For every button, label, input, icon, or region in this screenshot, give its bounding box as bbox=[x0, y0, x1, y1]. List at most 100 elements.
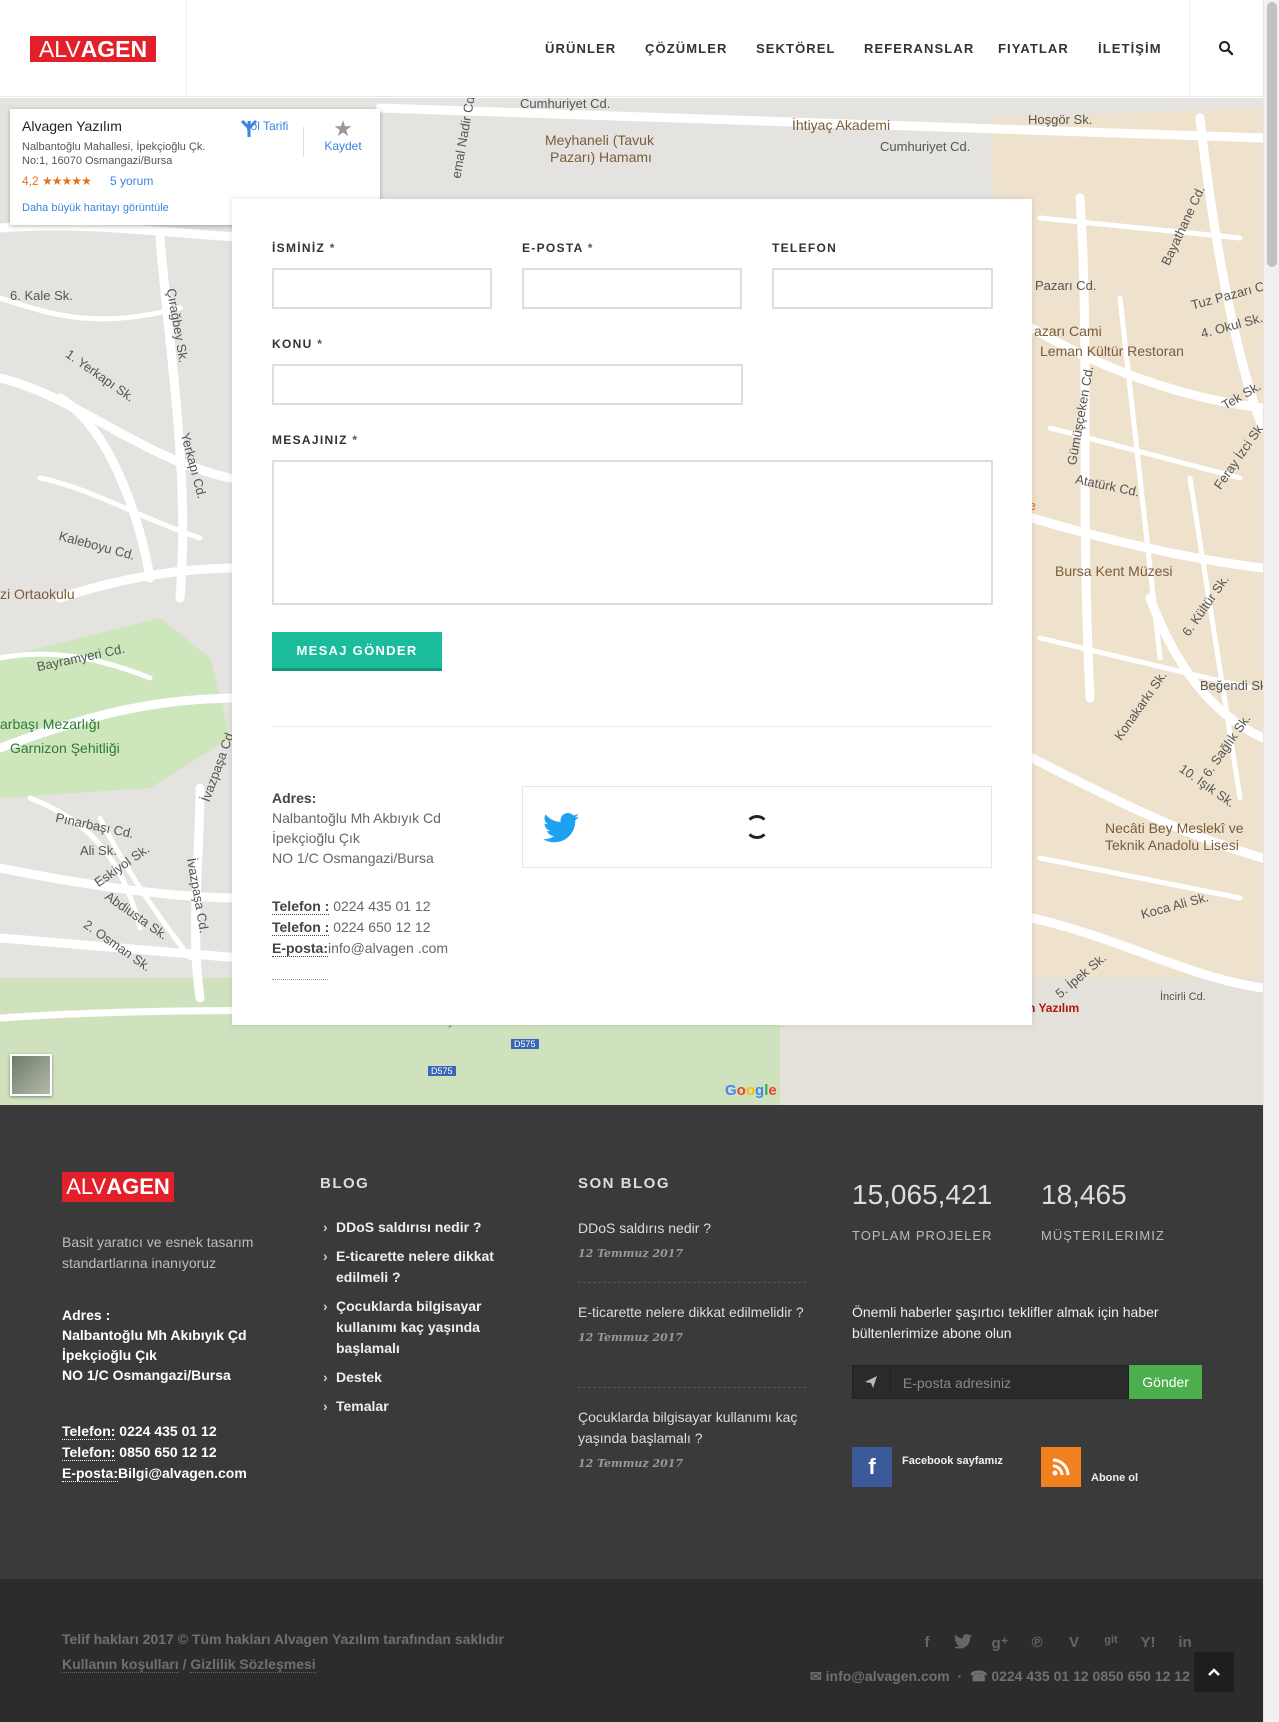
reviews-link[interactable]: 5 yorum bbox=[110, 174, 153, 188]
recent-post-title[interactable]: Çocuklarda bilgisayar kullanımı kaç yaşı… bbox=[578, 1407, 808, 1449]
search-icon[interactable] bbox=[1218, 40, 1234, 56]
blog-link[interactable]: Temalar bbox=[320, 1396, 510, 1417]
blog-link[interactable]: Çocuklarda bilgisayar kullanımı kaç yaşı… bbox=[320, 1296, 510, 1359]
map-label: Garnizon Şehitliği bbox=[10, 740, 120, 756]
site-logo[interactable]: ALV AGEN bbox=[30, 36, 156, 62]
directions-button[interactable]: Yol Tarifi bbox=[238, 119, 294, 137]
rss-icon[interactable] bbox=[1041, 1447, 1081, 1487]
bottom-contact: ✉ info@alvagen.com · ☎ 0224 435 01 12 08… bbox=[810, 1668, 1190, 1684]
contact-phone-1: Telefon : 0224 435 01 12 bbox=[272, 898, 431, 915]
recent-post: DDoS saldırıs nedir ? 12 Temmuz 2017 bbox=[578, 1218, 808, 1260]
map-label: Cumhuriyet Cd. bbox=[520, 98, 611, 111]
headset-icon: ☎ bbox=[969, 1668, 988, 1684]
nav-cozumler[interactable]: ÇÖZÜMLER bbox=[645, 41, 727, 56]
twitter-icon[interactable] bbox=[951, 1634, 975, 1652]
address-line: NO 1/C Osmangazi/Bursa bbox=[62, 1367, 231, 1383]
place-address: Nalbantoğlu Mahallesi, İpekçioğlu Çk. No… bbox=[22, 141, 206, 167]
linkedin-icon[interactable]: in bbox=[1173, 1634, 1197, 1652]
bottom-email[interactable]: info@alvagen.com bbox=[826, 1668, 950, 1684]
send-message-button[interactable]: MESAJ GÖNDER bbox=[272, 632, 442, 671]
pinterest-icon[interactable]: ℗ bbox=[1025, 1634, 1049, 1652]
email-value: info@alvagen .com bbox=[328, 940, 449, 956]
scrollbar-thumb[interactable] bbox=[1267, 2, 1277, 267]
twitter-feed-widget bbox=[522, 786, 992, 868]
map-label: Bursa Kent Müzesi bbox=[1055, 563, 1173, 579]
email-key: E-posta: bbox=[272, 940, 328, 957]
separator bbox=[578, 1387, 806, 1388]
yahoo-icon[interactable]: Y! bbox=[1136, 1634, 1160, 1652]
map-label: D575 bbox=[511, 1039, 539, 1049]
email-value: Bilgi@alvagen.com bbox=[118, 1465, 247, 1481]
required-mark: * bbox=[317, 337, 324, 351]
vertical-scrollbar[interactable] bbox=[1263, 0, 1279, 1722]
privacy-link[interactable]: Gizlilik Sözleşmesi bbox=[190, 1656, 316, 1673]
subject-label: KONU * bbox=[272, 337, 323, 351]
rss-label[interactable]: Abone ol bbox=[1091, 1472, 1138, 1484]
contact-address: Adres: Nalbantoğlu Mh Akbıyık Cd İpekçio… bbox=[272, 788, 441, 868]
map-label: Necâti Bey Meslekî ve bbox=[1105, 820, 1244, 836]
phone-value: 0224 650 12 12 bbox=[333, 919, 431, 935]
newsletter-description: Önemli haberler şaşırtıcı teklifler alma… bbox=[852, 1304, 1159, 1341]
nav-referanslar[interactable]: REFERANSLAR bbox=[864, 41, 974, 56]
required-mark: * bbox=[352, 433, 359, 447]
contact-form-card: İSMİNİZ * E-POSTA * TELEFON KONU * MESAJ… bbox=[232, 199, 1032, 1025]
map-label: n Yazılım bbox=[1028, 1001, 1080, 1015]
footer-phone-1: Telefon: 0224 435 01 12 bbox=[62, 1423, 217, 1440]
phone-input[interactable] bbox=[772, 268, 993, 309]
subject-input[interactable] bbox=[272, 364, 743, 405]
email-label-text: E-POSTA bbox=[522, 241, 584, 255]
blog-link[interactable]: E-ticarette nelere dikkat edilmeli ? bbox=[320, 1246, 510, 1288]
facebook-label[interactable]: Facebook sayfamız bbox=[902, 1455, 1003, 1467]
name-label: İSMİNİZ * bbox=[272, 241, 336, 255]
card-separator bbox=[303, 127, 304, 157]
blog-link[interactable]: DDoS saldırısı nedir ? bbox=[320, 1217, 510, 1238]
save-button[interactable]: ★ Kaydet bbox=[315, 118, 371, 154]
satellite-toggle[interactable] bbox=[10, 1054, 52, 1096]
message-textarea[interactable] bbox=[272, 460, 993, 605]
message-label: MESAJINIZ * bbox=[272, 433, 358, 447]
required-mark: * bbox=[329, 241, 336, 255]
map-label: İhtiyaç Akademi bbox=[792, 117, 891, 133]
nav-fiyatlar[interactable]: FIYATLAR bbox=[998, 41, 1069, 56]
recent-post: Çocuklarda bilgisayar kullanımı kaç yaşı… bbox=[578, 1407, 808, 1470]
email-input[interactable] bbox=[522, 268, 742, 309]
recent-post: E-ticarette nelere dikkat edilmelidir ? … bbox=[578, 1302, 808, 1344]
map-label: D575 bbox=[428, 1066, 456, 1076]
facebook-icon[interactable]: f bbox=[915, 1634, 939, 1652]
back-to-top-button[interactable] bbox=[1194, 1652, 1234, 1692]
blog-link[interactable]: Destek bbox=[320, 1367, 510, 1388]
contact-phone-2: Telefon : 0224 650 12 12 bbox=[272, 919, 431, 936]
newsletter-submit-button[interactable]: Gönder bbox=[1129, 1365, 1203, 1399]
name-input[interactable] bbox=[272, 268, 492, 309]
nav-sektorel[interactable]: SEKTÖREL bbox=[756, 41, 836, 56]
legal-links: Kullanın koşulları / Gizlilik Sözleşmesi bbox=[62, 1656, 316, 1673]
copyright-text: Telif hakları 2017 © Tüm hakları Alvagen… bbox=[62, 1631, 504, 1647]
footer-logo[interactable]: ALV AGEN bbox=[62, 1172, 174, 1202]
nav-urunler[interactable]: ÜRÜNLER bbox=[545, 41, 616, 56]
bigger-map-link[interactable]: Daha büyük haritayı görüntüle bbox=[22, 202, 169, 214]
map-label: Ali Sk. bbox=[80, 843, 117, 858]
terms-link[interactable]: Kullanın koşulları bbox=[62, 1656, 179, 1673]
name-label-text: İSMİNİZ bbox=[272, 241, 326, 255]
address-title: Adres: bbox=[272, 790, 317, 806]
nav-iletisim[interactable]: İLETİŞİM bbox=[1098, 41, 1162, 56]
newsletter-email-input[interactable]: E-posta adresiniz bbox=[890, 1365, 1130, 1399]
vimeo-icon[interactable]: V bbox=[1062, 1634, 1086, 1652]
google-plus-icon[interactable]: g⁺ bbox=[988, 1634, 1012, 1652]
envelope-icon: ✉ bbox=[810, 1668, 822, 1684]
recent-post-title[interactable]: E-ticarette nelere dikkat edilmelidir ? bbox=[578, 1302, 808, 1323]
address-line: İpekçioğlu Çık bbox=[272, 830, 360, 846]
phone-value: 0850 650 12 12 bbox=[115, 1444, 217, 1460]
facebook-icon[interactable]: f bbox=[852, 1447, 892, 1487]
bottom-bar: Telif hakları 2017 © Tüm hakları Alvagen… bbox=[0, 1579, 1263, 1722]
send-icon bbox=[852, 1365, 891, 1399]
message-label-text: MESAJINIZ bbox=[272, 433, 348, 447]
place-rating: 4,2 ★★★★★ bbox=[22, 174, 92, 188]
save-label: Kaydet bbox=[324, 139, 362, 153]
github-icon[interactable]: git bbox=[1099, 1634, 1123, 1652]
footer-email: E-posta:Bilgi@alvagen.com bbox=[62, 1465, 247, 1482]
recent-post-title[interactable]: DDoS saldırıs nedir ? bbox=[578, 1218, 808, 1239]
google-logo: Google bbox=[725, 1082, 777, 1099]
recent-post-date: 12 Temmuz 2017 bbox=[578, 1457, 684, 1470]
chevron-up-icon bbox=[1208, 1668, 1220, 1676]
